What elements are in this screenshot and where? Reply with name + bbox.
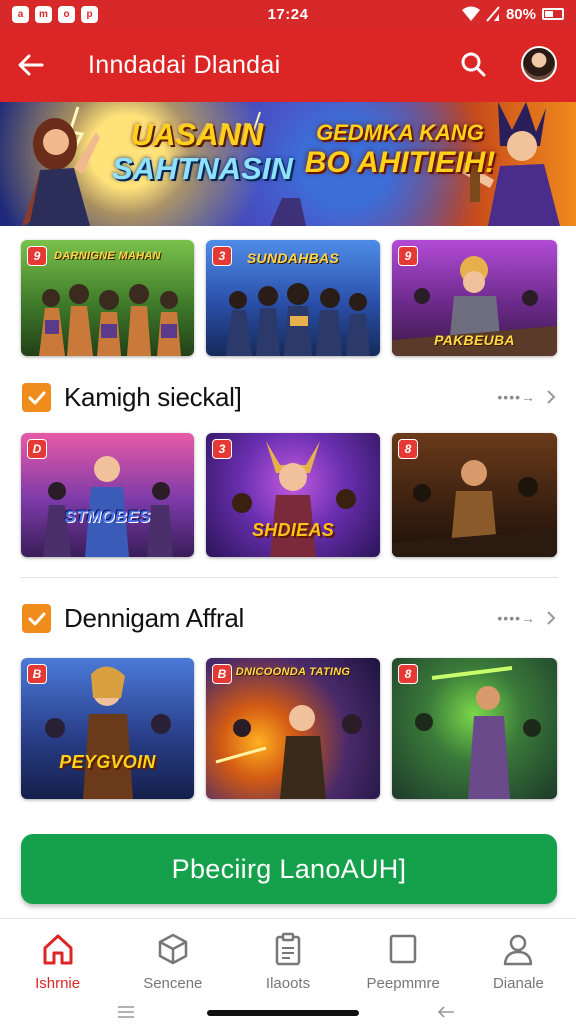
square-icon [389,934,417,964]
status-indicators: 80% [461,5,564,23]
game-tile[interactable]: PEYGVOIN B [21,658,194,799]
game-tile[interactable]: PAKBEUBA 9 [392,240,557,356]
section-header: Kamigh sieckal] ••••→ [0,375,576,419]
game-tile[interactable]: DNICOONDA TATING B [206,658,380,799]
tile-top-caption: SUNDAHBAS [246,250,340,266]
cube-icon [158,933,188,965]
bottom-nav: Ishrnie Sencene Ilaoots Peepmmre Dianale [0,918,576,1000]
game-tile[interactable]: SHDIEAS 3 [206,433,380,557]
tile-badge: 9 [398,246,418,266]
home-icon [43,934,73,965]
arrow-left-icon [18,54,44,76]
checkbox-icon [22,604,51,633]
search-icon [461,52,486,77]
tile-badge: B [27,664,47,684]
checkbox-icon [22,383,51,412]
hero-title-right-line1: GEDMKA KANG [316,120,484,145]
game-tile[interactable]: DARNIGNE MAHAN 9 [21,240,194,356]
nav-item-home[interactable]: Ishrnie [0,919,115,1000]
nav-item-premium[interactable]: Peepmmre [346,919,461,1000]
signal-icon [486,6,500,22]
section-title: Kamigh sieckal] [64,381,242,412]
wifi-icon [461,6,480,21]
status-bar: a m o p 17:24 80% [0,0,576,28]
game-tile[interactable]: 8 [392,658,557,799]
mail-notification-icon: m [35,5,52,23]
p-notification-icon: p [81,5,98,23]
tile-badge: B [212,664,232,684]
tile-caption: SHDIEAS [251,520,335,540]
tile-caption: PEYGVOIN [59,752,156,772]
avatar[interactable] [521,46,557,82]
section-divider [20,577,558,578]
battery-percent: 80% [505,5,536,23]
tile-caption: STMOBES [64,507,151,526]
chevron-right-icon [547,611,556,625]
app-bar: Inndadai Dlandai [0,28,576,102]
game-tile[interactable]: SUNDAHBAS 3 [206,240,380,356]
tile-top-caption: DNICOONDA TATING [235,666,351,678]
tile-badge: 3 [212,246,232,266]
nav-label: Sencene [143,975,203,992]
status-time: 17:24 [267,5,309,23]
tile-badge: 8 [398,664,418,684]
see-more-dots: ••••→ [497,389,536,405]
game-tile[interactable]: 8 [392,433,557,557]
search-button[interactable] [458,49,490,81]
game-tile[interactable]: STMOBES D [21,433,194,557]
notification-icons: a m o p [12,5,98,23]
tile-badge: 3 [212,439,232,459]
nav-label: Ilaoots [265,975,311,992]
nav-item-games[interactable]: Sencene [115,919,230,1000]
nav-item-tasks[interactable]: Ilaoots [230,919,345,1000]
see-more-link[interactable]: ••••→ [497,389,556,405]
hero-title-left-line1: UASANN [130,117,264,152]
section-header: Dennigam Affral ••••→ [0,596,576,640]
tile-badge: 8 [398,439,418,459]
see-more-dots: ••••→ [497,610,536,626]
chevron-right-icon [547,390,556,404]
hero-banner[interactable]: UASANN SAHTNASIN GEDMKA KANG BO AHITIEIH… [0,102,576,226]
nav-label: Peepmmre [366,975,440,992]
nav-label: Dianale [492,975,544,992]
battery-icon [542,8,564,20]
app-notification-icon: a [12,5,29,23]
tile-badge: D [27,439,47,459]
nav-label: Ishrnie [35,975,81,992]
primary-action-button[interactable]: Pbeciirg LanoAUH] [21,834,557,904]
system-back-icon[interactable] [436,1004,456,1020]
tile-badge: 9 [27,246,47,266]
section-title: Dennigam Affral [64,602,245,633]
recent-apps-icon[interactable] [116,1005,136,1019]
back-button[interactable] [0,28,62,102]
hero-title-left-line2: SAHTNASIN [112,151,293,187]
page-title: Inndadai Dlandai [88,50,281,79]
camera-notification-icon: o [58,5,75,23]
hero-title-right: GEDMKA KANG BO AHITIEIH! [300,120,500,180]
see-more-link[interactable]: ••••→ [497,610,556,626]
hero-title-right-line2: BO AHITIEIH! [304,146,496,179]
nav-item-profile[interactable]: Dianale [461,919,576,1000]
hero-title-left: UASANN SAHTNASIN [112,117,293,187]
clipboard-icon [275,932,301,966]
person-icon [504,934,533,966]
game-art [215,705,362,799]
tile-caption: PAKBEUBA [434,332,515,348]
home-gesture-pill[interactable] [207,1010,359,1016]
